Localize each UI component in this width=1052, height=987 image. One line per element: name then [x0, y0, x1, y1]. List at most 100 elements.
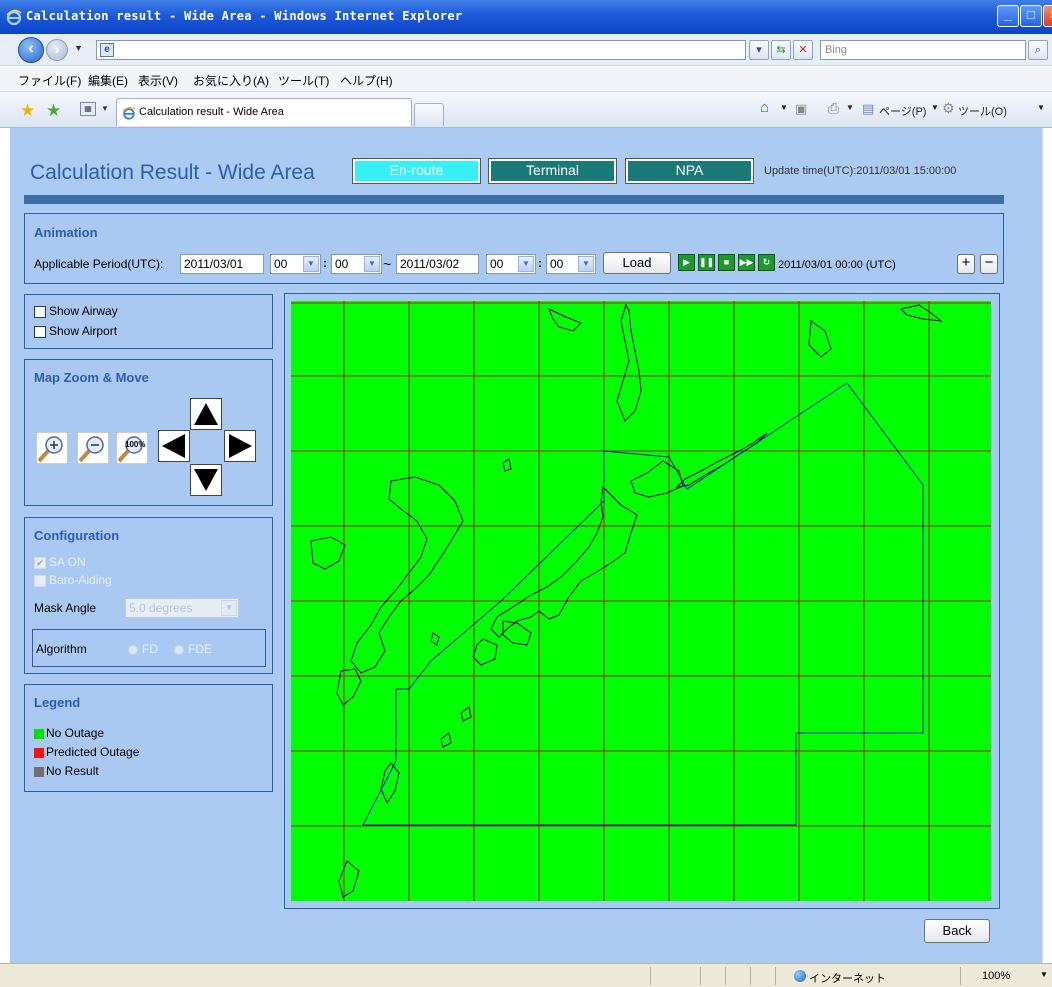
chevron-down-icon: ▼: [303, 256, 319, 272]
status-divider: [725, 967, 726, 985]
zoom-out-icon[interactable]: [77, 432, 109, 464]
configuration-panel: Configuration ✔ SA ON Baro-Aiding Mask A…: [24, 517, 273, 674]
search-placeholder: Bing: [825, 44, 848, 56]
start-minute-select[interactable]: 00 ▼: [331, 254, 382, 274]
title-divider: [24, 195, 1004, 204]
tools-menu-dropdown-icon[interactable]: ▼: [1037, 103, 1045, 112]
show-airport-checkbox[interactable]: [34, 326, 46, 338]
move-right-button[interactable]: [224, 430, 256, 462]
forward-nav-button[interactable]: ›: [46, 39, 68, 61]
refresh-icon[interactable]: ⇆: [771, 40, 791, 60]
menu-view[interactable]: 表示(V): [138, 72, 178, 89]
mask-angle-value: 5.0 degrees: [129, 601, 193, 615]
load-button[interactable]: Load: [603, 252, 671, 274]
quick-tabs-icon[interactable]: ▦: [80, 102, 96, 116]
fd-radio[interactable]: [128, 645, 138, 655]
home-icon[interactable]: ⌂: [760, 99, 769, 116]
url-dropdown-button[interactable]: ▾: [749, 40, 769, 60]
search-icon[interactable]: ⌕: [1028, 40, 1048, 60]
back-button[interactable]: Back: [924, 919, 990, 943]
end-hour-select[interactable]: 00 ▼: [486, 254, 536, 274]
home-dropdown-icon[interactable]: ▼: [780, 103, 788, 112]
legend-heading: Legend: [34, 695, 81, 710]
status-bar: インターネット 100% ▼: [0, 963, 1052, 987]
legend-panel: Legend No Outage Predicted Outage No Res…: [24, 684, 273, 792]
end-date-value: 2011/03/02: [400, 257, 460, 271]
minimize-button[interactable]: _: [997, 5, 1019, 27]
speed-down-button[interactable]: −: [980, 254, 998, 274]
configuration-heading: Configuration: [34, 528, 120, 543]
map-canvas[interactable]: [291, 301, 991, 901]
speed-up-button[interactable]: +: [957, 254, 975, 274]
zoom-level[interactable]: 100%: [982, 970, 1010, 982]
start-minute-value: 00: [335, 257, 349, 271]
stop-icon[interactable]: ✕: [793, 40, 813, 60]
zoom-dropdown-icon[interactable]: ▼: [1040, 970, 1048, 979]
play-icon[interactable]: ▶: [678, 254, 695, 271]
start-hour-select[interactable]: 00 ▼: [270, 254, 321, 274]
tools-gear-icon: ⚙: [942, 100, 955, 116]
period-label: Applicable Period(UTC):: [34, 257, 164, 271]
close-button[interactable]: ×: [1043, 5, 1052, 27]
fast-forward-icon[interactable]: ▶▶: [738, 254, 755, 271]
page-menu-dropdown-icon[interactable]: ▼: [931, 103, 939, 112]
favorites-star-icon[interactable]: ★: [20, 101, 35, 121]
show-airport-label: Show Airport: [49, 324, 118, 338]
move-up-button[interactable]: [190, 398, 222, 430]
tools-menu[interactable]: ツール(O): [958, 103, 1007, 119]
page-menu[interactable]: ページ(P): [879, 103, 926, 119]
move-down-button[interactable]: [190, 464, 222, 496]
fde-label: FDE: [188, 642, 212, 656]
fde-radio[interactable]: [174, 645, 184, 655]
maximize-button[interactable]: □: [1020, 5, 1042, 27]
sa-on-checkbox[interactable]: ✔: [34, 557, 46, 569]
end-date-input[interactable]: 2011/03/02: [396, 254, 479, 274]
end-minute-value: 00: [550, 257, 564, 271]
window-title-bar[interactable]: Calculation result - Wide Area - Windows…: [0, 0, 1052, 34]
menu-bar: ファイル(F) 編集(E) 表示(V) お気に入り(A) ツール(T) ヘルプ(…: [0, 67, 1052, 92]
feeds-icon[interactable]: ▣: [795, 101, 807, 117]
menu-tools[interactable]: ツール(T): [278, 72, 329, 89]
status-divider: [750, 967, 751, 985]
legend-no-outage: No Outage: [46, 726, 105, 740]
range-tilde: ~: [383, 256, 392, 272]
menu-edit[interactable]: 編集(E): [88, 72, 128, 89]
move-left-button[interactable]: [158, 430, 190, 462]
tab-terminal[interactable]: Terminal: [488, 158, 617, 184]
url-input[interactable]: e: [96, 40, 746, 60]
show-airway-checkbox[interactable]: [34, 306, 46, 318]
mask-angle-select[interactable]: 5.0 degrees ▼: [125, 598, 239, 618]
back-nav-button[interactable]: ‹: [18, 37, 44, 63]
menu-help[interactable]: ヘルプ(H): [340, 72, 393, 89]
print-icon[interactable]: ⎙: [828, 100, 839, 117]
baro-aiding-checkbox[interactable]: [34, 575, 46, 587]
tab-en-route[interactable]: En-route: [352, 158, 481, 184]
tab-active[interactable]: Calculation result - Wide Area: [116, 98, 412, 126]
ie-logo-icon: [6, 9, 22, 25]
search-input[interactable]: Bing: [820, 40, 1026, 60]
loop-icon[interactable]: ↻: [758, 254, 775, 271]
legend-swatch-no-outage: [34, 729, 44, 739]
end-minute-select[interactable]: 00 ▼: [546, 254, 596, 274]
start-colon: :: [323, 256, 327, 270]
tab-npa[interactable]: NPA: [625, 158, 754, 184]
menu-file[interactable]: ファイル(F): [18, 72, 81, 89]
current-animation-time: 2011/03/01 00:00 (UTC): [778, 259, 896, 271]
history-dropdown-icon[interactable]: ▼: [74, 43, 83, 53]
page-menu-icon: ▤: [862, 101, 875, 116]
zoom-in-icon[interactable]: [36, 432, 68, 464]
vertical-scrollbar[interactable]: [1042, 128, 1052, 963]
zoom-reset-button[interactable]: 100%: [116, 432, 148, 464]
new-tab-button[interactable]: [414, 103, 444, 126]
zoom-move-panel: Map Zoom & Move 100%: [24, 359, 273, 506]
pause-icon[interactable]: ❚❚: [698, 254, 715, 271]
tab-list-dropdown-icon[interactable]: ▼: [101, 104, 109, 113]
menu-favorites[interactable]: お気に入り(A): [193, 72, 269, 89]
stop-animation-icon[interactable]: ■: [718, 254, 735, 271]
print-dropdown-icon[interactable]: ▼: [846, 103, 854, 112]
add-favorite-icon[interactable]: ★: [46, 101, 61, 121]
start-date-input[interactable]: 2011/03/01: [180, 254, 264, 274]
chevron-down-icon: ▼: [518, 256, 534, 272]
algorithm-group: Algorithm FD FDE: [32, 629, 266, 667]
page-icon: e: [100, 43, 114, 57]
